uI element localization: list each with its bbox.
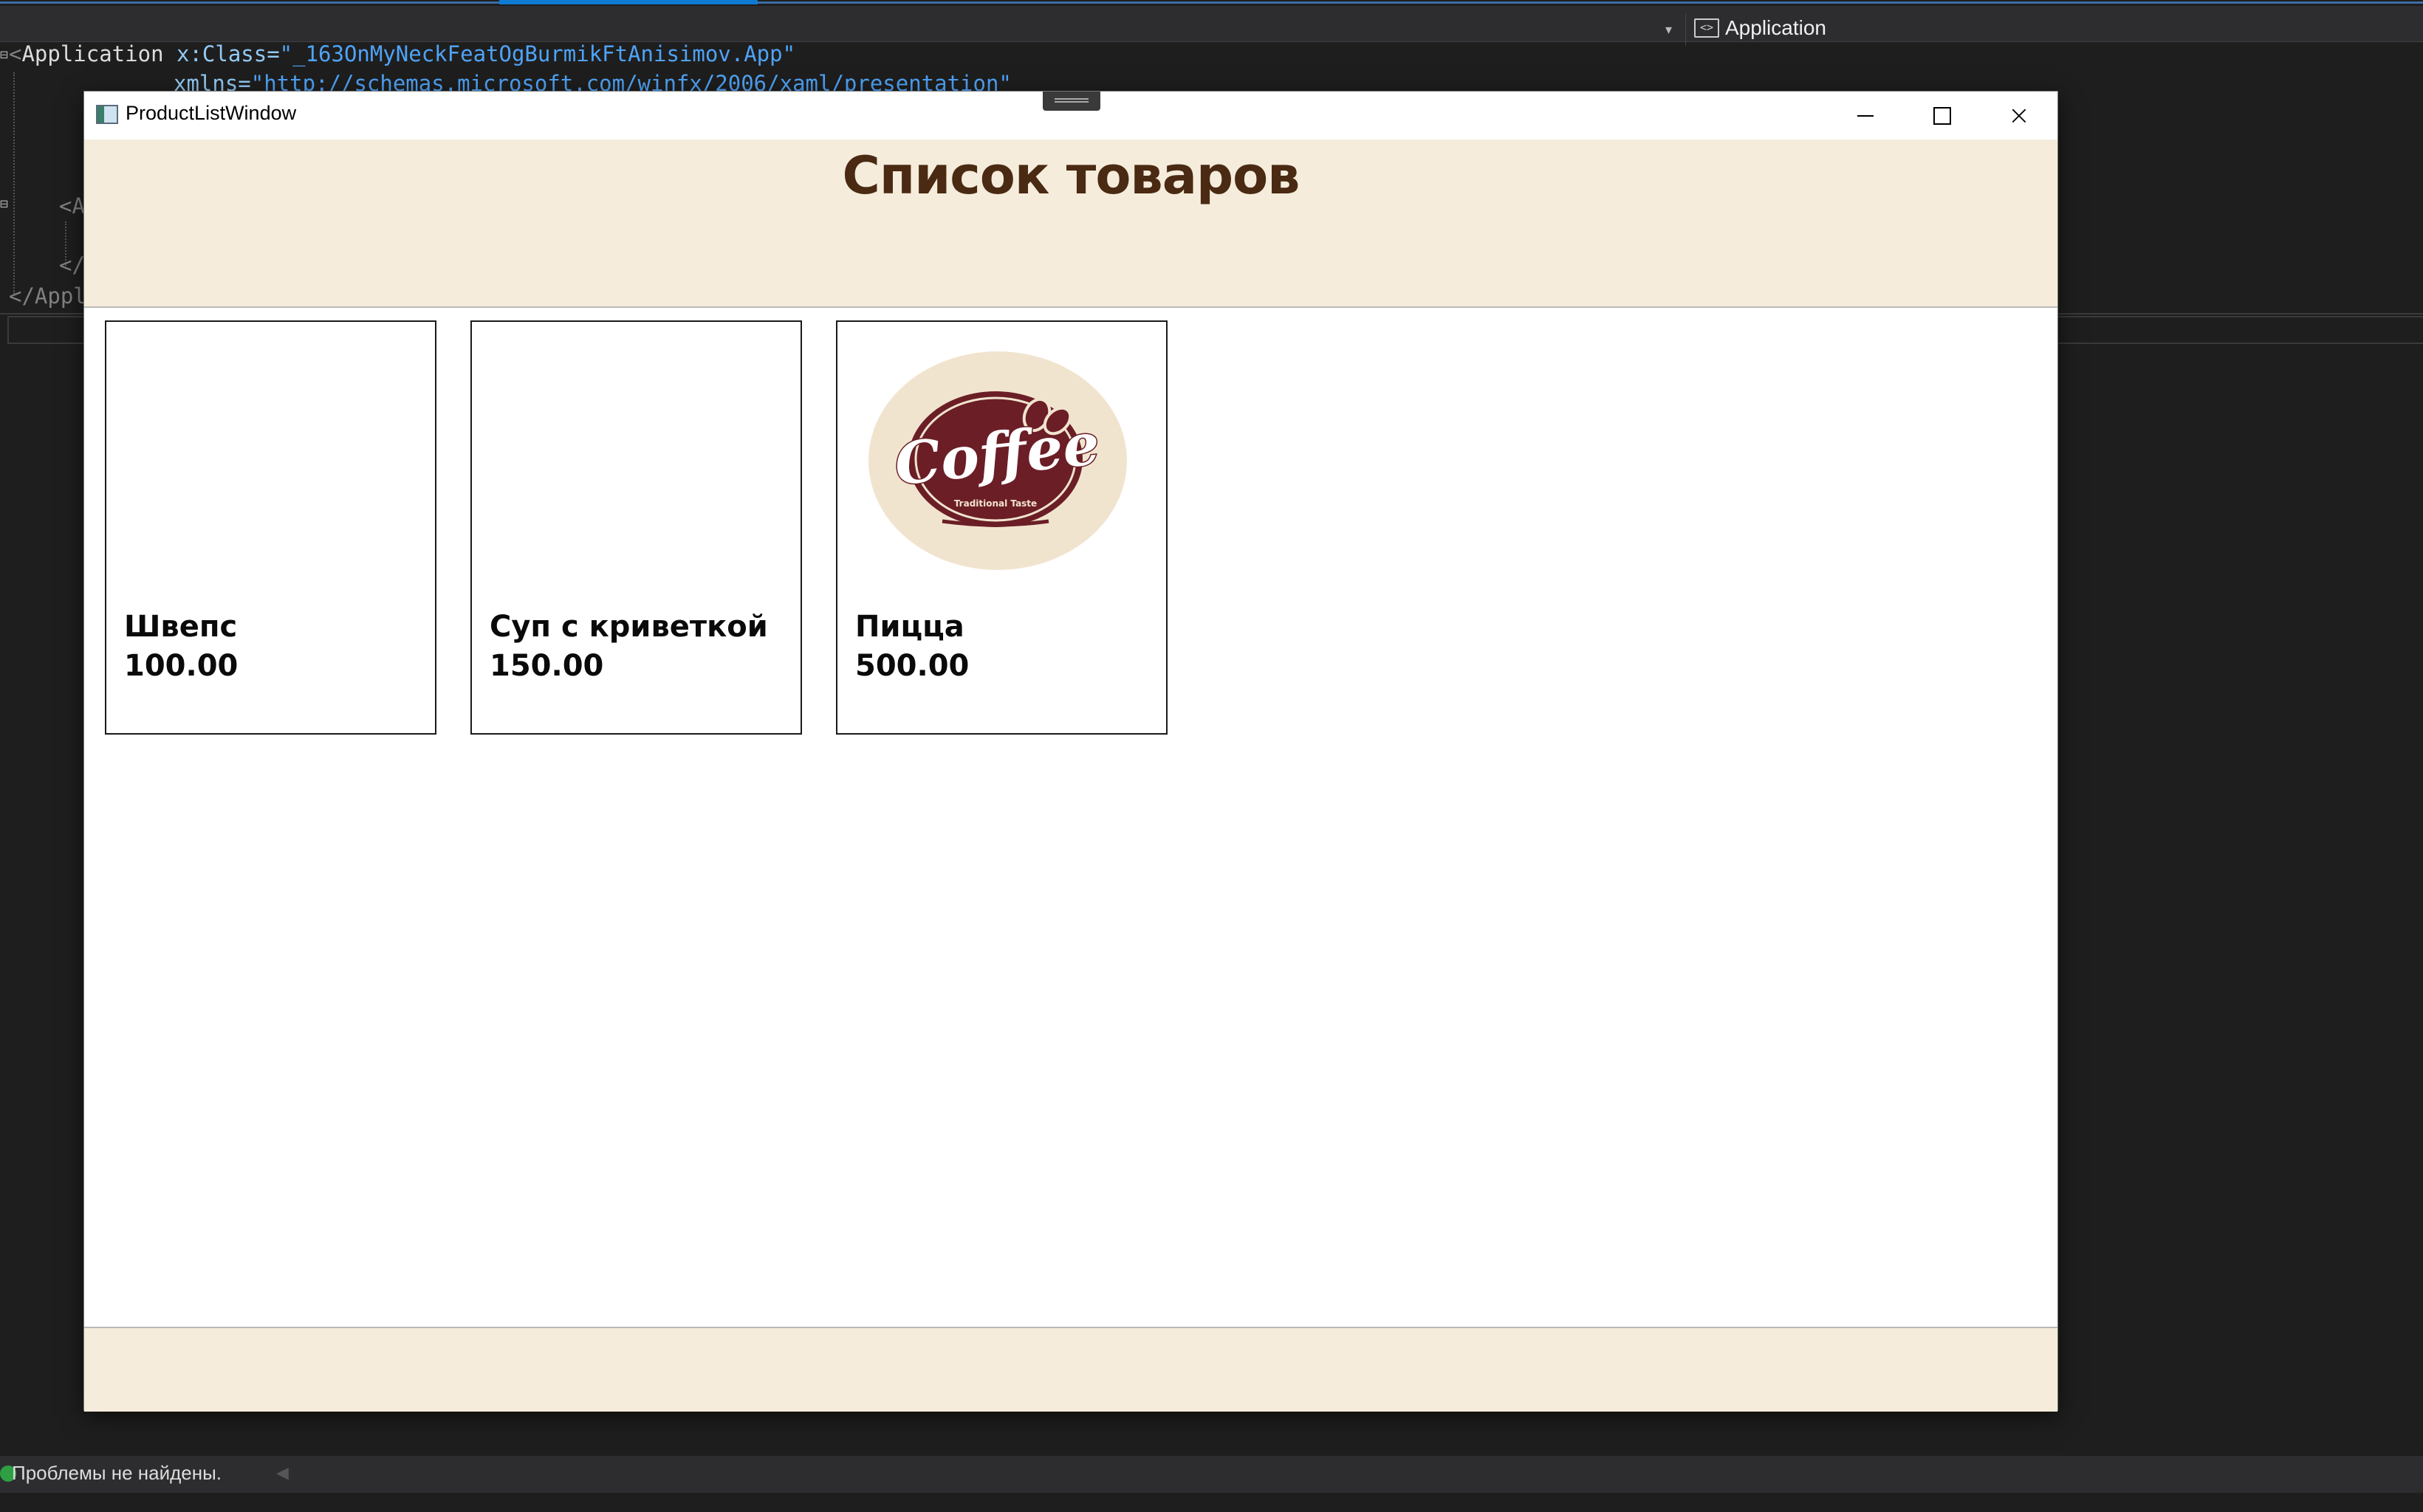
window-app-icon <box>96 105 118 124</box>
minimize-icon <box>1857 114 1874 117</box>
product-card[interactable]: Coffee Traditional Taste Пицца 500.00 <box>836 320 1168 735</box>
chevron-down-icon[interactable]: ▾ <box>1665 22 1672 38</box>
product-list-window: ProductListWindow × Список товаров Швепс… <box>84 92 2057 1412</box>
product-card[interactable]: Суп с криветкой 150.00 <box>470 320 802 735</box>
ide-navigation-bar: ▾ <> Application <box>0 6 2423 46</box>
ide-status-bar: Проблемы не найдены. ◀ <box>0 1456 2423 1493</box>
maximize-button[interactable] <box>1904 92 1981 140</box>
coffee-logo-image: Coffee Traditional Taste <box>868 351 1127 570</box>
close-icon: × <box>2007 100 2031 131</box>
product-price: 150.00 <box>490 649 604 683</box>
product-image-empty <box>503 350 761 571</box>
footer-band <box>84 1327 2057 1412</box>
xml-element-icon: <> <box>1694 18 1719 38</box>
indent-guide <box>13 72 15 294</box>
page-title: Список товаров <box>842 145 1300 206</box>
ide-accent-line <box>0 1 2423 4</box>
code-line-resources-close[interactable]: </ <box>59 252 85 278</box>
code-token: <A <box>59 193 85 219</box>
ide-nav-divider <box>1685 13 1686 46</box>
code-token: Application <box>21 41 164 66</box>
ide-bottom-strip <box>0 1493 2423 1512</box>
product-price: 500.00 <box>855 649 970 683</box>
product-image-empty <box>137 350 396 571</box>
code-token: x:Class= <box>163 41 280 66</box>
scroll-left-icon[interactable]: ◀ <box>276 1463 289 1482</box>
maximize-icon <box>1933 106 1951 125</box>
product-name: Суп с криветкой <box>490 610 768 644</box>
code-token: < <box>9 41 22 66</box>
code-token: "_163OnMyNeckFeatOgBurmikFtAnisimov.App" <box>279 41 796 66</box>
status-problems-text: Проблемы не найдены. <box>12 1462 222 1484</box>
product-list: Швепс 100.00 Суп с криветкой 150.00 Coff… <box>84 308 2057 1327</box>
ide-nav-application-dropdown[interactable]: <> Application <box>1694 16 1826 40</box>
logo-subtext: Traditional Taste <box>954 498 1037 509</box>
fold-collapse-icon[interactable]: ⊟ <box>0 196 8 212</box>
fold-collapse-icon[interactable]: ⊟ <box>0 47 8 63</box>
header-band: Список товаров <box>84 140 2057 308</box>
close-button[interactable]: × <box>1981 92 2057 140</box>
code-line-1[interactable]: <Application x:Class="_163OnMyNeckFeatOg… <box>9 41 795 66</box>
code-token: </Appl <box>9 284 86 309</box>
code-line-resources[interactable]: <A <box>59 193 85 219</box>
code-line-application-close[interactable]: </Appl <box>9 284 86 309</box>
ide-active-tab-indicator <box>499 0 758 4</box>
product-card[interactable]: Швепс 100.00 <box>105 320 436 735</box>
code-token: </ <box>59 252 85 278</box>
ide-nav-application-label: Application <box>1725 16 1826 39</box>
product-price: 100.00 <box>124 649 239 683</box>
ide-top-strip <box>0 0 2423 4</box>
xaml-debug-toolbar-grip[interactable] <box>1043 92 1100 111</box>
product-name: Швепс <box>124 610 238 644</box>
product-name: Пицца <box>855 610 964 644</box>
minimize-button[interactable] <box>1827 92 1904 140</box>
window-title: ProductListWindow <box>126 102 297 124</box>
